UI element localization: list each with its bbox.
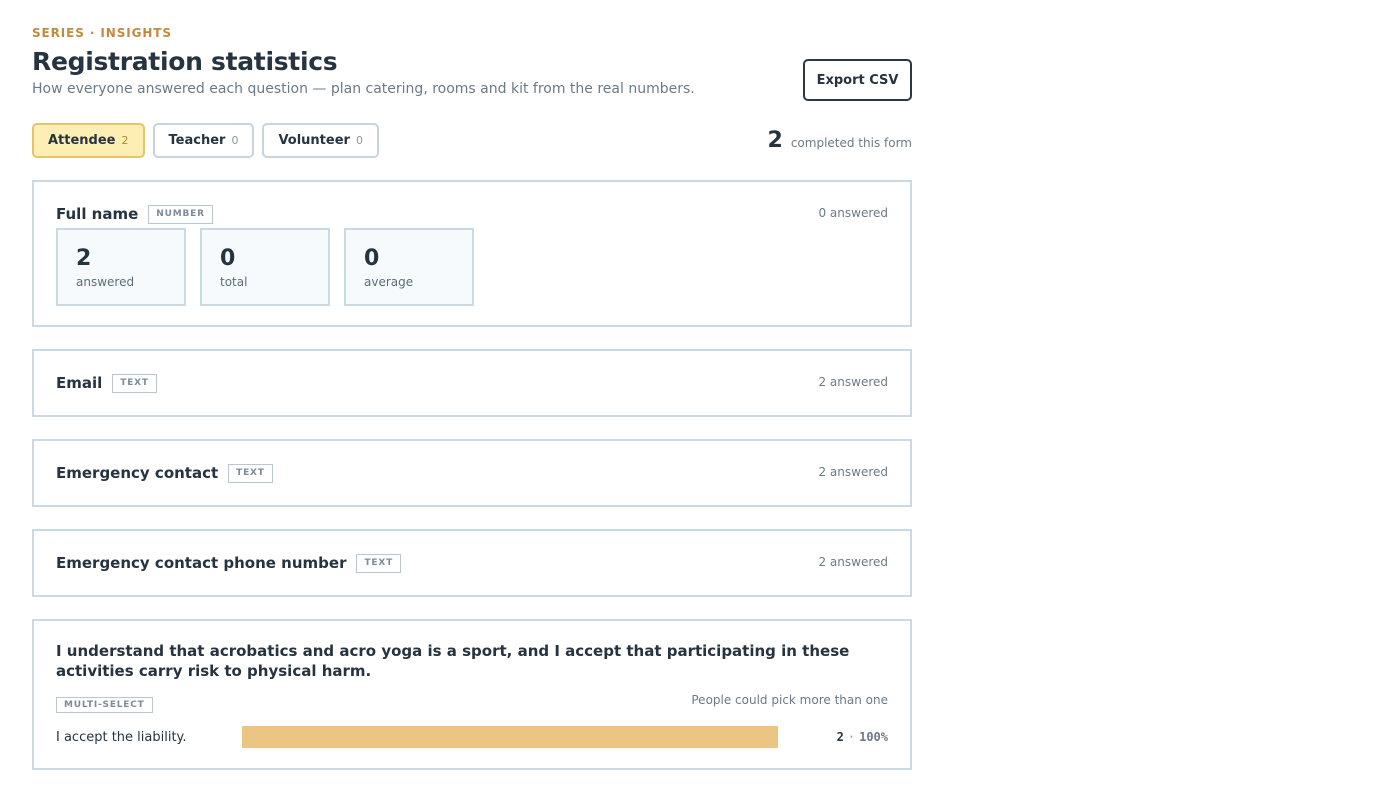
- tab-volunteer[interactable]: Volunteer 0: [262, 123, 379, 158]
- option-bar-track: [242, 726, 778, 748]
- answered-count: 0 answered: [818, 206, 888, 220]
- tab-label: Volunteer: [278, 133, 350, 148]
- question-header: Emergency contact phone number TEXT: [56, 531, 888, 595]
- tab-label: Attendee: [48, 133, 116, 148]
- option-bar-fill: [242, 726, 778, 748]
- question-card-liability: I understand that acrobatics and acro yo…: [32, 619, 912, 770]
- question-card-full-name: Full name NUMBER 0 answered 2 answered 0…: [32, 180, 912, 327]
- stat-value: 2: [76, 246, 92, 271]
- question-card-emergency-phone: Emergency contact phone number TEXT 2 an…: [32, 529, 912, 597]
- stat-value: 0: [364, 246, 380, 271]
- export-csv-button[interactable]: Export CSV: [803, 59, 912, 101]
- tab-count: 2: [121, 134, 129, 147]
- question-type-badge: TEXT: [112, 373, 157, 393]
- stat-label: average: [364, 275, 414, 289]
- stat-value: 0: [220, 246, 236, 271]
- option-percent: 100%: [859, 730, 888, 744]
- stat-label: total: [220, 275, 248, 289]
- question-card-emergency-contact: Emergency contact TEXT 2 answered: [32, 439, 912, 507]
- multi-select-hint: People could pick more than one: [691, 693, 888, 707]
- role-tabs: Attendee 2 Teacher 0 Volunteer 0: [32, 123, 379, 158]
- stat-total: 0 total: [200, 228, 330, 306]
- question-type-badge: TEXT: [356, 553, 402, 573]
- stat-average: 0 average: [344, 228, 474, 306]
- answered-count: 2 answered: [818, 555, 888, 569]
- question-title: I understand that acrobatics and acro yo…: [56, 642, 850, 680]
- stat-tiles: 2 answered 0 total 0 average: [56, 228, 888, 306]
- question-title: Full name: [56, 205, 139, 223]
- completed-summary: 2 completed this form: [768, 128, 912, 153]
- question-card-email: Email TEXT 2 answered: [32, 349, 912, 417]
- tab-count: 0: [231, 134, 239, 147]
- question-type-badge: TEXT: [228, 463, 273, 483]
- tab-count: 0: [355, 134, 363, 147]
- question-title: Emergency contact phone number: [56, 554, 347, 572]
- completed-count: 2: [767, 128, 783, 153]
- question-header: Emergency contact TEXT: [56, 441, 888, 505]
- stat-answered: 2 answered: [56, 228, 186, 306]
- breadcrumb: SERIES · INSIGHTS: [32, 26, 172, 40]
- option-stats: 2 · 100%: [778, 730, 888, 744]
- answered-count: 2 answered: [818, 375, 888, 389]
- option-separator: ·: [847, 730, 856, 744]
- tab-teacher[interactable]: Teacher 0: [152, 123, 255, 158]
- question-type-badge: NUMBER: [148, 204, 213, 224]
- option-row: I accept the liability. 2 · 100%: [56, 726, 888, 748]
- tab-label: Teacher: [168, 133, 226, 148]
- tab-attendee[interactable]: Attendee 2: [32, 123, 145, 158]
- stat-label: answered: [76, 275, 135, 289]
- question-title: Email: [56, 374, 103, 392]
- option-label: I accept the liability.: [56, 729, 187, 745]
- question-header: Email TEXT: [56, 351, 888, 415]
- option-count: 2: [836, 730, 844, 744]
- question-type-badge: MULTI-SELECT: [56, 697, 153, 713]
- page-title: Registration statistics: [32, 47, 338, 76]
- question-title: Emergency contact: [56, 464, 219, 482]
- page-subtitle: How everyone answered each question — pl…: [32, 81, 695, 97]
- question-header: Full name NUMBER: [56, 204, 888, 224]
- answered-count: 2 answered: [818, 465, 888, 479]
- completed-label: completed this form: [790, 136, 912, 150]
